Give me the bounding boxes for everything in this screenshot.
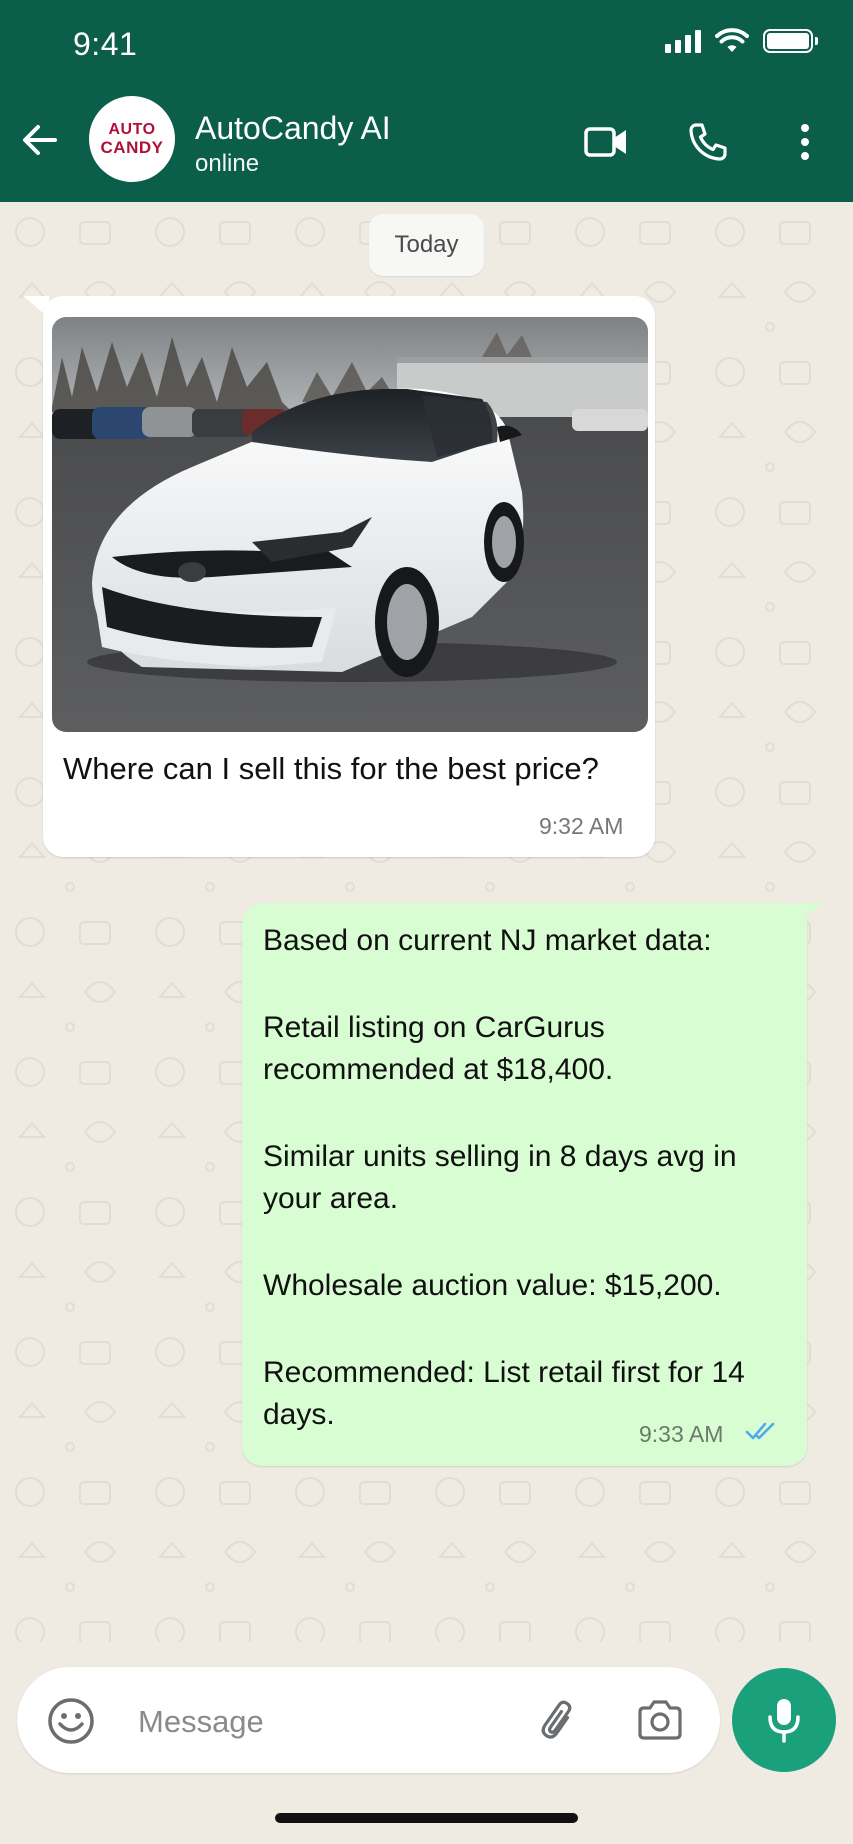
contact-avatar[interactable]: AUTO CANDY — [89, 96, 175, 182]
outgoing-paragraph-1: Based on current NJ market data: — [263, 924, 712, 957]
attach-button[interactable] — [535, 1696, 585, 1746]
back-arrow-icon — [23, 125, 57, 155]
chat-header: 9:41 AUTO CANDY AutoCandy AI online — [0, 0, 853, 202]
cellular-signal-icon — [665, 29, 701, 53]
more-options-button[interactable] — [781, 118, 829, 166]
incoming-message-text: Where can I sell this for the best price… — [63, 751, 599, 786]
status-icons — [665, 28, 818, 54]
phone-icon — [689, 123, 727, 161]
outgoing-paragraph-4: Wholesale auction value: $15,200. — [263, 1269, 722, 1302]
contact-name[interactable]: AutoCandy AI — [195, 110, 391, 147]
date-chip: Today — [369, 214, 484, 276]
status-time: 9:41 — [73, 26, 138, 62]
battery-icon — [763, 29, 818, 53]
home-indicator[interactable] — [275, 1813, 578, 1823]
voice-message-button[interactable] — [732, 1668, 836, 1772]
attachment-icon — [541, 1700, 572, 1739]
outgoing-message-time: 9:33 AM — [639, 1421, 724, 1447]
avatar-logo-line2: CANDY — [100, 138, 164, 157]
wifi-icon — [715, 28, 749, 52]
camera-button[interactable] — [635, 1696, 685, 1746]
voice-call-button[interactable] — [684, 118, 732, 166]
emoji-button[interactable] — [46, 1696, 96, 1746]
back-button[interactable] — [20, 120, 60, 160]
car-photo-image — [52, 317, 648, 732]
contact-status: online — [195, 150, 260, 177]
emoji-icon — [48, 1698, 94, 1744]
outgoing-paragraph-2: Retail listing on CarGurus recommended a… — [263, 1011, 614, 1086]
microphone-icon — [768, 1699, 800, 1743]
incoming-message-time: 9:32 AM — [539, 813, 624, 839]
avatar-logo-line1: AUTO — [108, 121, 156, 138]
camera-icon — [638, 1700, 682, 1740]
car-photo[interactable] — [52, 317, 648, 732]
outgoing-paragraph-3: Similar units selling in 8 days avg in y… — [263, 1140, 737, 1215]
video-call-icon — [584, 127, 626, 157]
video-call-button[interactable] — [582, 118, 630, 166]
more-vertical-icon — [801, 124, 809, 160]
read-receipt-icon — [745, 1422, 775, 1440]
message-input[interactable] — [138, 1697, 508, 1747]
